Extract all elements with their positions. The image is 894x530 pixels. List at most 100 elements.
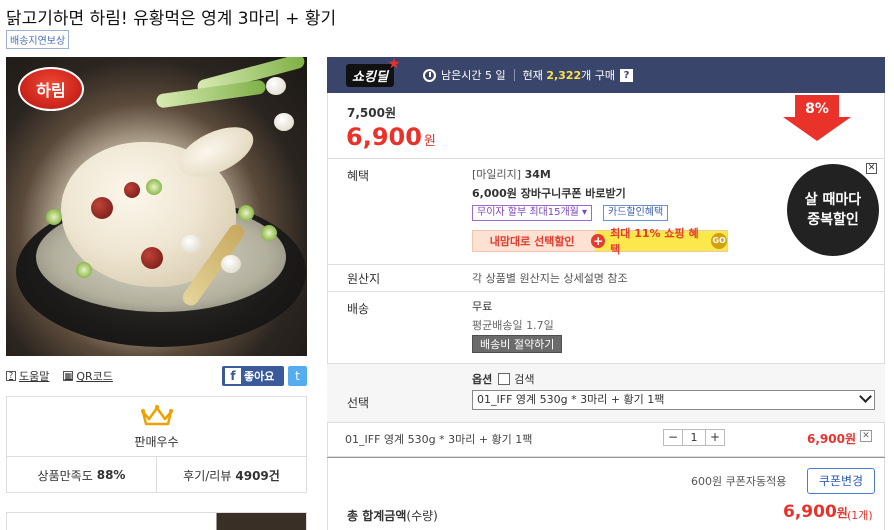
purchase-suffix: 개 구매 (581, 69, 615, 82)
harim-logo: 하림 (18, 67, 84, 111)
search-checkbox-label: 검색 (514, 373, 535, 386)
deal-logo-text: 쇼킹딜 (346, 63, 394, 87)
chevron-down-icon (859, 390, 872, 403)
discount-rate: 8% (805, 101, 829, 117)
seller-award-box: 판매우수 상품만족도 88% 후기/리뷰 4909건 (6, 396, 307, 493)
quantity-plus-button[interactable]: + (706, 430, 724, 445)
installment-dropdown[interactable]: 무이자 할부 최대15개월 ▾ (472, 205, 593, 221)
total-label-suffix: (수량) (406, 509, 438, 523)
delay-compensation-badge[interactable]: 배송지연보상 (6, 30, 70, 49)
duplicate-discount-ad[interactable]: 살 때마다 중복할인 (787, 164, 879, 256)
shipping-label: 배송 (347, 302, 370, 316)
option-label: 선택 (347, 396, 370, 410)
jujube (124, 182, 140, 198)
average-delivery: 평균배송일 1.7일 (472, 319, 554, 332)
twitter-icon: t (295, 369, 300, 383)
product-image[interactable]: 하림 (6, 57, 307, 356)
scallion-slice (76, 262, 92, 278)
clock-icon (423, 68, 436, 82)
award-label: 판매우수 (134, 434, 179, 449)
change-coupon-button[interactable]: 쿠폰변경 (807, 468, 875, 494)
option-title: 옵션 (472, 373, 493, 386)
remove-item-icon[interactable]: ✕ (860, 430, 872, 442)
selected-item-name: 01_IFF 영계 530g * 3마리 + 황기 1팩 (345, 433, 533, 446)
review-stat[interactable]: 후기/리뷰 4909건 (156, 457, 306, 493)
like-label: 좋아요 (244, 370, 275, 383)
satisfaction-label: 상품만족도 (37, 468, 93, 483)
cart-coupon-link[interactable]: 6,000원 장바구니쿠폰 바로받기 (472, 185, 626, 201)
scallion-slice (261, 225, 277, 241)
time-left: 남은시간 5 일 (441, 69, 506, 82)
ad-line1: 살 때마다 (804, 192, 862, 208)
shocking-deal-bar: 쇼킹딜 남은시간 5 일 현재 2,322 개 구매 ? (327, 57, 885, 93)
award-header: 판매우수 (7, 397, 306, 457)
search-checkbox[interactable] (498, 373, 511, 385)
help-label: 도움말 (19, 370, 50, 383)
quantity-input[interactable]: 1 (682, 430, 706, 445)
promo-left-text: 내맘대로 선택할인 (489, 235, 575, 248)
promo-right-text: 최대 11% 쇼핑 혜택 (610, 227, 699, 256)
total-price: 6,900원 (783, 502, 848, 522)
promo-right: + 최대 11% 쇼핑 혜택 GO (591, 225, 727, 257)
shocking-deal-logo: 쇼킹딜 (327, 57, 413, 93)
mileage-value: 34M (524, 168, 551, 181)
ad-close-icon[interactable]: ✕ (866, 163, 877, 174)
card-discount-button[interactable]: 카드할인혜택 (603, 205, 669, 221)
shipping-row: 배송 무료 평균배송일 1.7일 배송비 절약하기 (327, 292, 885, 364)
save-shipping-button[interactable]: 배송비 절약하기 (472, 335, 563, 353)
garlic (266, 77, 286, 95)
quantity-minus-button[interactable]: − (664, 430, 682, 445)
thumbnail-strip[interactable] (6, 512, 307, 530)
original-price: 7,500원 (347, 106, 396, 120)
ad-line2: 중복할인 (807, 212, 859, 228)
option-selected-value: 01_IFF 영계 530g * 3마리 + 황기 1팩 (477, 393, 665, 406)
mileage-prefix: [마일리지] (472, 168, 522, 181)
sale-price-value: 6,900 (346, 123, 422, 151)
crown-icon (140, 404, 173, 425)
deal-help-icon[interactable]: ? (620, 68, 633, 82)
selected-item-row: 01_IFF 영계 530g * 3마리 + 황기 1팩 − 1 + 6,900… (327, 423, 885, 457)
go-icon: GO (711, 233, 727, 249)
option-select[interactable]: 01_IFF 영계 530g * 3마리 + 황기 1팩 (472, 390, 875, 410)
help-icon: ? (6, 371, 16, 381)
option-header: 옵션 검색 (472, 371, 535, 387)
scallion-slice (146, 179, 162, 195)
garlic (274, 113, 294, 131)
purchase-count: 2,322 (546, 68, 582, 82)
sale-price-won: 원 (423, 134, 436, 149)
facebook-icon: f (225, 368, 241, 384)
qr-label: QR코드 (76, 370, 113, 383)
option-row: 선택 옵션 검색 01_IFF 영계 530g * 3마리 + 황기 1팩 (327, 364, 885, 423)
quantity-stepper: − 1 + (663, 429, 725, 446)
divider (513, 69, 515, 81)
shipping-fee: 무료 (472, 300, 493, 313)
review-value: 4909건 (235, 468, 280, 483)
price-section: 7,500원 6,900 원 8% (327, 93, 885, 159)
satisfaction-stat: 상품만족도 88% (7, 457, 156, 493)
coupon-row: 600원 쿠폰자동적용 쿠폰변경 (327, 457, 885, 497)
total-label-text: 총 합계금액 (347, 509, 407, 523)
selected-item-price: 6,900원 (807, 432, 856, 446)
total-label: 총 합계금액(수량) (347, 507, 438, 524)
total-count: (1개) (847, 509, 873, 522)
origin-label: 원산지 (347, 272, 381, 286)
qr-code-link[interactable]: ▦ QR코드 (63, 368, 113, 384)
garlic (221, 255, 241, 273)
help-link[interactable]: ? 도움말 (6, 368, 49, 384)
qr-icon: ▦ (63, 371, 74, 381)
mileage-info: [마일리지] 34M (472, 166, 551, 182)
review-label: 후기/리뷰 (183, 468, 232, 483)
plus-icon: + (591, 234, 606, 248)
sale-price: 6,900 원 (346, 123, 436, 151)
scallion-slice (46, 209, 62, 225)
award-stats: 상품만족도 88% 후기/리뷰 4909건 (7, 457, 306, 493)
promo-banner[interactable]: 내맘대로 선택할인 + 최대 11% 쇼핑 혜택 GO (472, 227, 728, 256)
total-price-value: 6,900 (783, 502, 837, 522)
facebook-like-button[interactable]: f 좋아요 (222, 366, 284, 386)
satisfaction-value: 88% (96, 468, 126, 482)
coupon-auto-text: 600원 쿠폰자동적용 (691, 475, 787, 488)
origin-value: 각 상품별 원산지는 상세설명 참조 (472, 272, 628, 285)
utility-row: ? 도움말 ▦ QR코드 f 좋아요 t (6, 366, 307, 386)
jujube (141, 247, 163, 269)
twitter-button[interactable]: t (288, 366, 307, 386)
